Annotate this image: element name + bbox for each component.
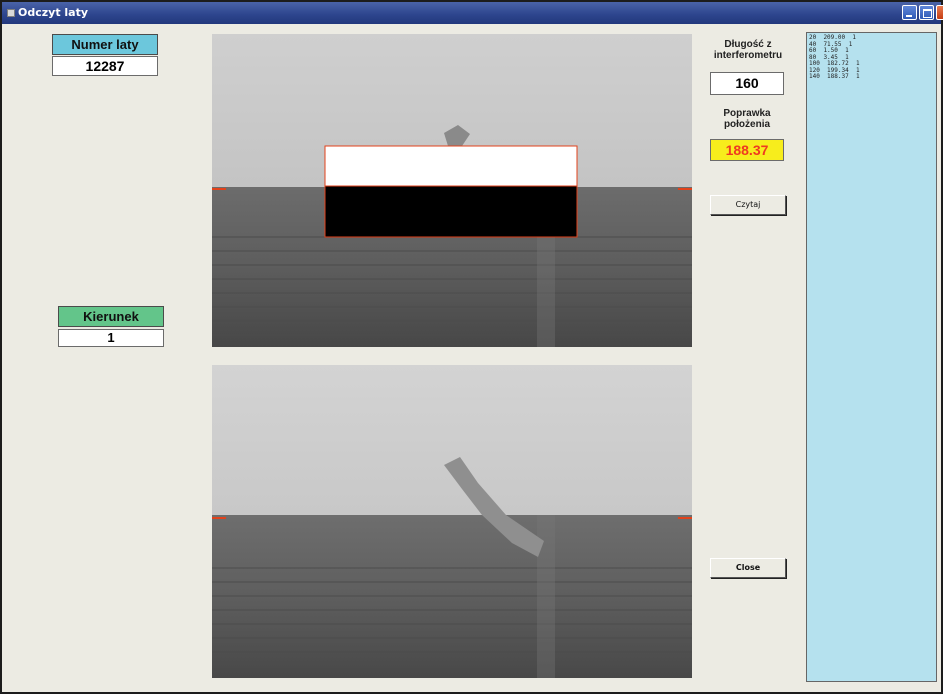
poprawka-label: Poprawka położenia [702,108,792,130]
results-listbox[interactable]: 20 209.00 1 40 71.55 1 60 1.50 1 80 3.45… [806,32,937,682]
dlugosc-label: Długość z interferometru [696,39,800,61]
app-icon [7,9,15,17]
title-bar[interactable]: Odczyt laty [2,2,943,24]
camera-image-bottom-graphic [212,365,692,678]
level-marker-left [212,517,226,519]
close-icon[interactable] [936,5,943,20]
kierunek-field[interactable]: 1 [58,329,164,347]
level-marker-right [678,517,692,519]
close-button[interactable]: Close [710,558,786,578]
czytaj-button[interactable]: Czytaj [710,195,786,215]
main-window: Odczyt laty Numer laty 12287 Kierunek 1 [0,0,943,694]
numer-laty-label: Numer laty [52,34,158,55]
dlugosc-label-line2: interferometru [713,50,783,61]
poprawka-label-line1: Poprawka [723,108,771,119]
poprawka-label-line2: położenia [723,119,771,130]
camera-image-bottom [212,365,692,678]
window-title: Odczyt laty [18,6,89,19]
numer-laty-field[interactable]: 12287 [52,56,158,76]
level-marker-left [212,188,226,190]
kierunek-label: Kierunek [58,306,164,327]
camera-image-top-graphic [212,34,692,347]
camera-image-top [212,34,692,347]
poprawka-field[interactable]: 188.37 [710,139,784,161]
list-item[interactable]: 140 188.37 1 [807,73,936,81]
level-marker-right [678,188,692,190]
dlugosc-field[interactable]: 160 [710,72,784,95]
dlugosc-label-line1: Długość z [724,39,772,50]
maximize-icon[interactable] [919,5,934,20]
minimize-icon[interactable] [902,5,917,20]
